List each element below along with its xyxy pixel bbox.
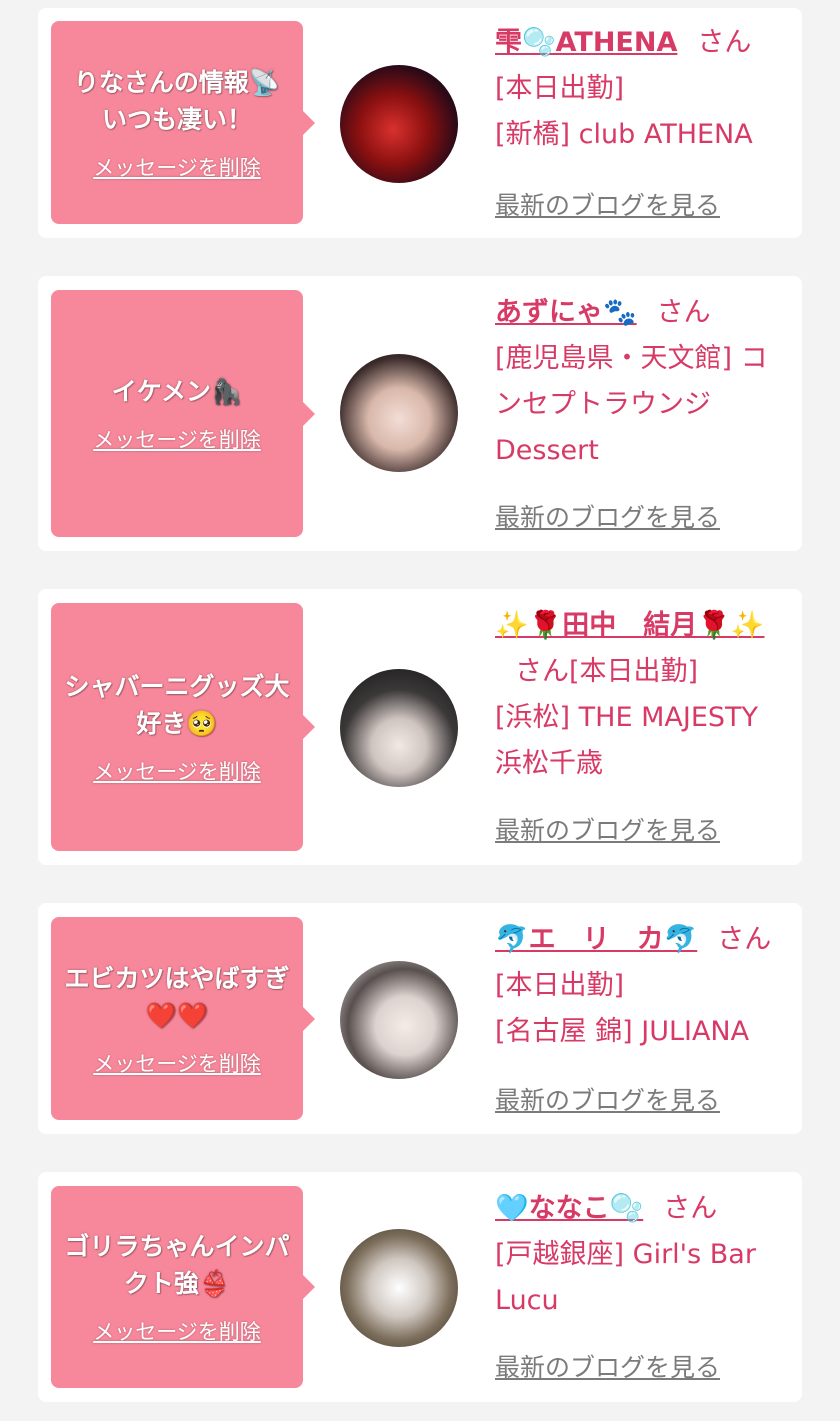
- cast-card: ゴリラちゃんインパクト強👙 メッセージを削除 🩵ななこ🫧 さん [戸越銀座] Gi…: [38, 1172, 802, 1402]
- message-bubble: イケメン🦍 メッセージを削除: [51, 290, 315, 537]
- shop-name: [名古屋 錦] JULIANA: [495, 1016, 750, 1047]
- message-text: エビカツはやばすぎ❤️❤️: [64, 963, 290, 1030]
- honorific: さん: [656, 297, 711, 328]
- cast-info: 🩵ななこ🫧 さん [戸越銀座] Girl's Bar Lucu: [495, 1186, 785, 1324]
- message-text: りなさんの情報📡いつも凄い！: [73, 67, 281, 134]
- cast-avatar[interactable]: [340, 65, 458, 183]
- message-bubble: シャバーニグッズ大好き🥺 メッセージを削除: [51, 603, 315, 851]
- cast-card: りなさんの情報📡いつも凄い！ メッセージを削除 雫🫧ATHENA さん [本日出勤…: [38, 8, 802, 238]
- cast-name-link[interactable]: ✨🌹田中 結月🌹✨: [495, 610, 764, 641]
- latest-blog-link[interactable]: 最新のブログを見る: [495, 811, 720, 847]
- honorific: さん: [697, 27, 752, 58]
- shop-name: [戸越銀座] Girl's Bar Lucu: [495, 1239, 756, 1316]
- message-bubble: エビカツはやばすぎ❤️❤️ メッセージを削除: [51, 917, 315, 1120]
- message-text: イケメン🦍: [111, 377, 243, 406]
- message-text: シャバーニグッズ大好き🥺: [64, 672, 290, 738]
- shop-name: [鹿児島県・天文館] コンセプトラウンジDessert: [495, 343, 768, 466]
- cast-avatar[interactable]: [340, 354, 458, 472]
- cast-card: イケメン🦍 メッセージを削除 あずにゃ🐾 さん [鹿児島県・天文館] コンセプトラ…: [38, 276, 802, 551]
- delete-message-link[interactable]: メッセージを削除: [93, 424, 261, 454]
- cast-avatar[interactable]: [340, 961, 458, 1079]
- shop-name: [新橋] club ATHENA: [495, 119, 753, 150]
- work-status: [本日出勤]: [495, 970, 625, 1001]
- message-bubble: りなさんの情報📡いつも凄い！ メッセージを削除: [51, 21, 315, 224]
- latest-blog-link[interactable]: 最新のブログを見る: [495, 186, 720, 222]
- delete-message-link[interactable]: メッセージを削除: [93, 756, 261, 786]
- delete-message-link[interactable]: メッセージを削除: [93, 1048, 261, 1078]
- work-status: [本日出勤]: [569, 656, 699, 687]
- message-text: ゴリラちゃんインパクト強👙: [64, 1232, 290, 1298]
- cast-info: あずにゃ🐾 さん [鹿児島県・天文館] コンセプトラウンジDessert: [495, 290, 785, 474]
- cast-info: 雫🫧ATHENA さん [本日出勤] [新橋] club ATHENA: [495, 20, 785, 158]
- delete-message-link[interactable]: メッセージを削除: [93, 152, 261, 182]
- message-bubble: ゴリラちゃんインパクト強👙 メッセージを削除: [51, 1186, 315, 1388]
- cast-avatar[interactable]: [340, 669, 458, 787]
- honorific: さん: [663, 1193, 718, 1224]
- cast-name-link[interactable]: 雫🫧ATHENA: [495, 27, 677, 58]
- cast-name-link[interactable]: 🩵ななこ🫧: [495, 1193, 643, 1224]
- cast-card: エビカツはやばすぎ❤️❤️ メッセージを削除 🐬エ リ カ🐬 さん [本日出勤] […: [38, 903, 802, 1134]
- cast-name-link[interactable]: あずにゃ🐾: [495, 297, 637, 328]
- cast-avatar[interactable]: [340, 1229, 458, 1347]
- latest-blog-link[interactable]: 最新のブログを見る: [495, 1081, 720, 1117]
- shop-name: [浜松] THE MAJESTY 浜松千歳: [495, 702, 758, 779]
- honorific: さん: [515, 656, 569, 687]
- honorific: さん: [717, 924, 772, 955]
- latest-blog-link[interactable]: 最新のブログを見る: [495, 1348, 720, 1384]
- cast-card: シャバーニグッズ大好き🥺 メッセージを削除 ✨🌹田中 結月🌹✨ さん[本日出勤] …: [38, 589, 802, 865]
- favorites-list: りなさんの情報📡いつも凄い！ メッセージを削除 雫🫧ATHENA さん [本日出勤…: [0, 0, 840, 1421]
- work-status: [本日出勤]: [495, 73, 625, 104]
- delete-message-link[interactable]: メッセージを削除: [93, 1316, 261, 1346]
- cast-info: 🐬エ リ カ🐬 さん [本日出勤] [名古屋 錦] JULIANA: [495, 917, 785, 1055]
- latest-blog-link[interactable]: 最新のブログを見る: [495, 498, 720, 534]
- cast-name-link[interactable]: 🐬エ リ カ🐬: [495, 924, 697, 955]
- cast-info: ✨🌹田中 結月🌹✨ さん[本日出勤] [浜松] THE MAJESTY 浜松千歳: [495, 603, 785, 787]
